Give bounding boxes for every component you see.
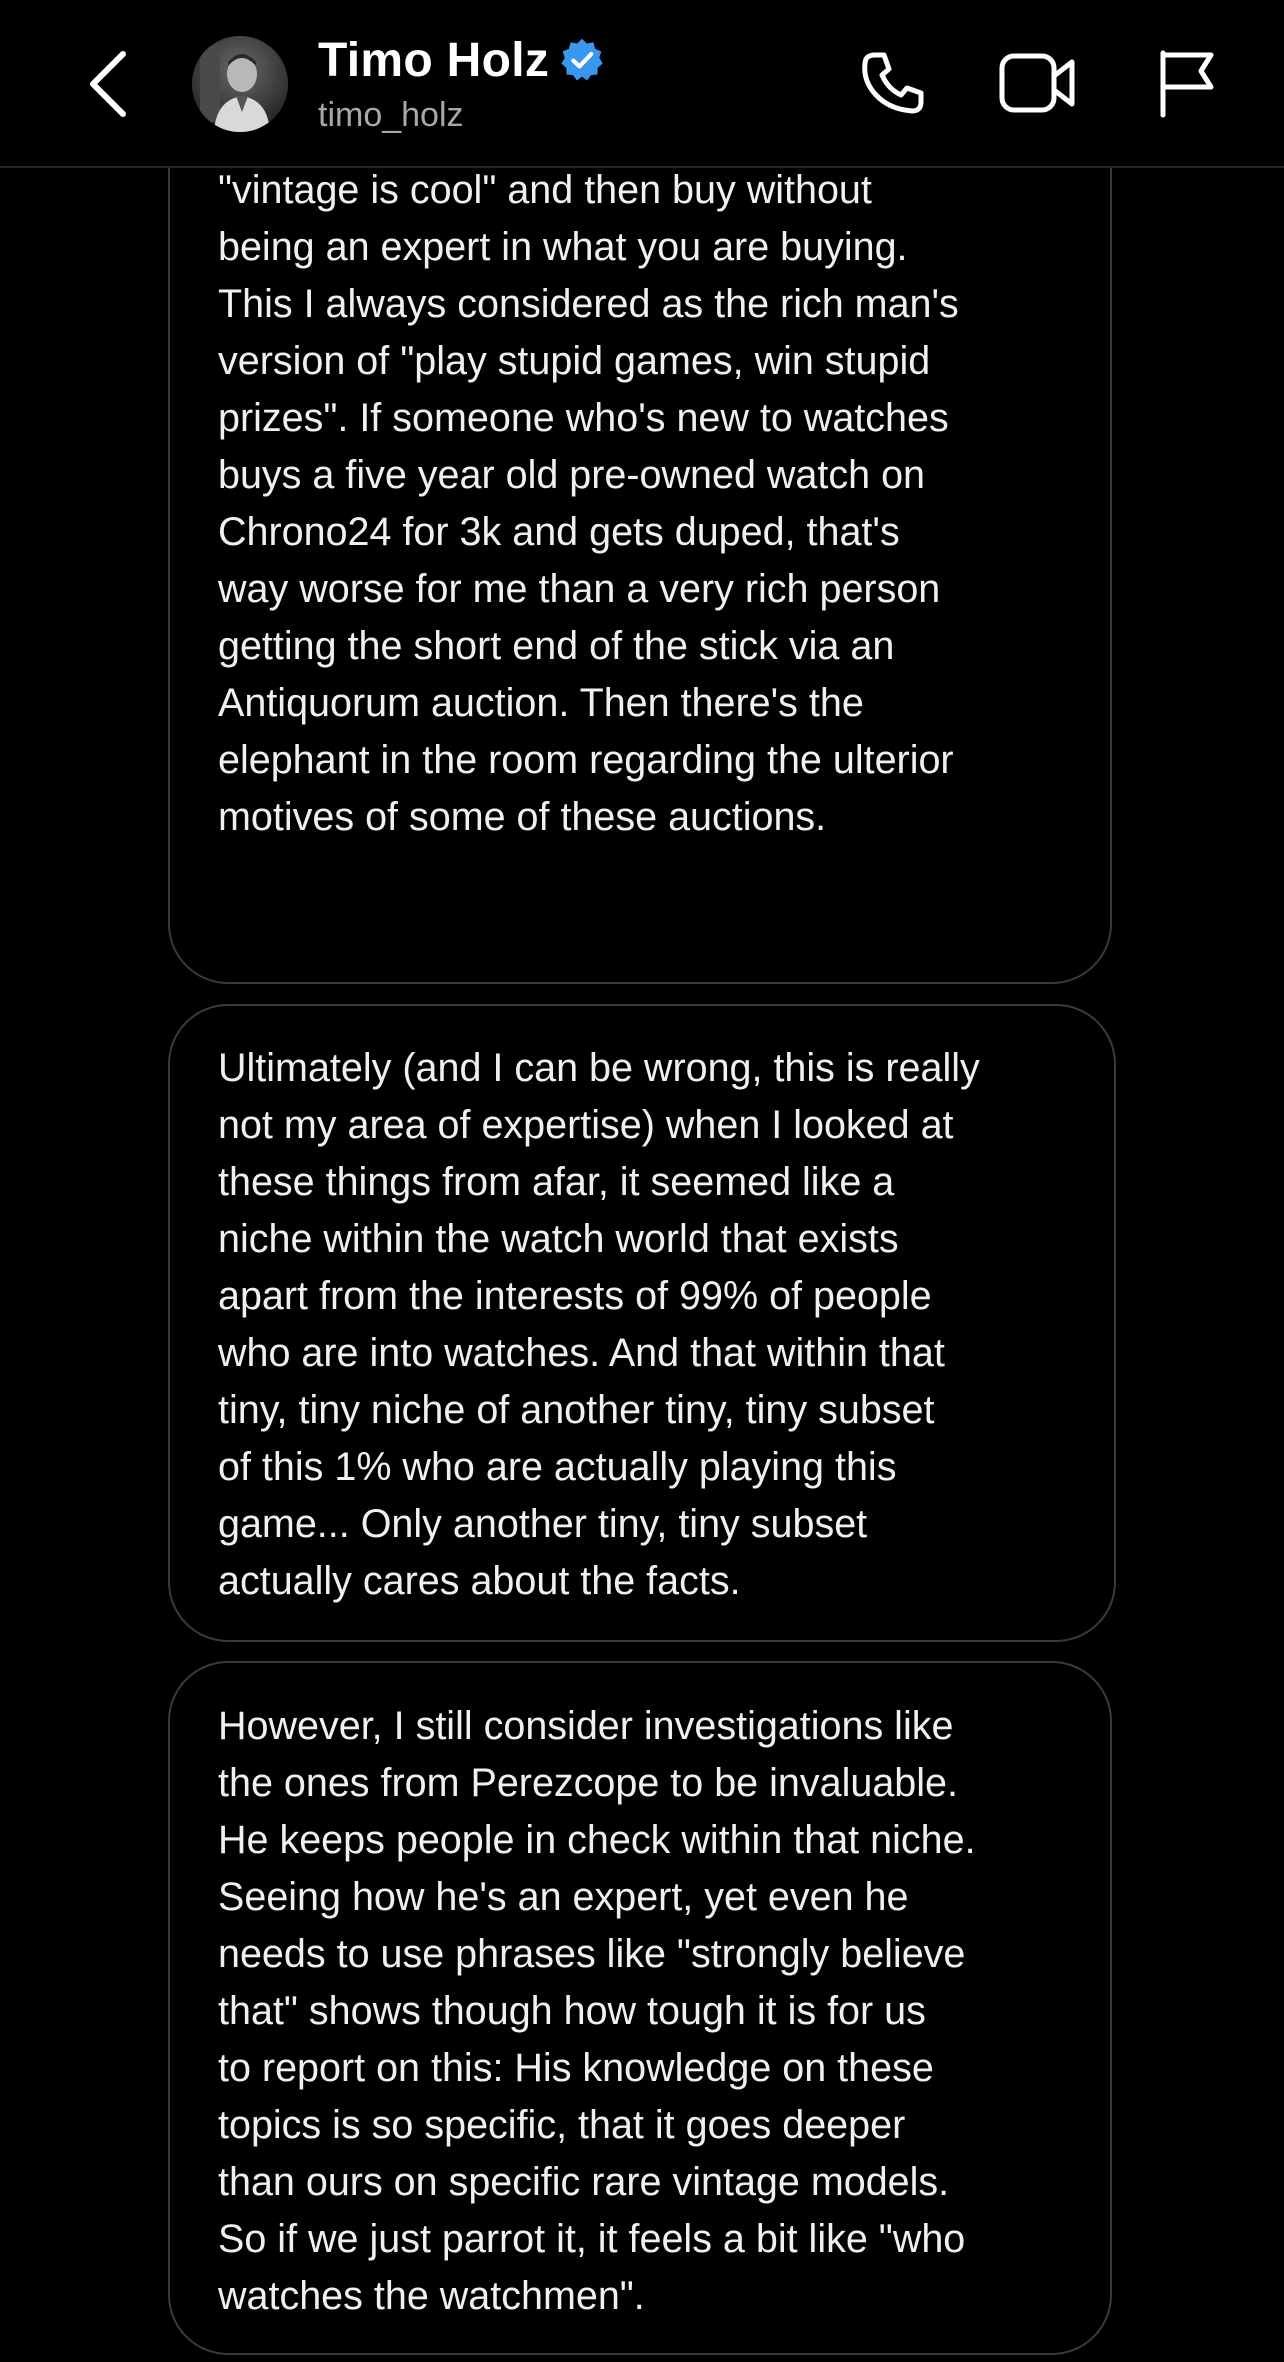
video-call-button[interactable] (995, 40, 1081, 126)
verified-badge-icon (561, 38, 603, 81)
report-button[interactable] (1143, 40, 1229, 126)
phone-icon (862, 52, 924, 114)
contact-username[interactable]: timo_holz (318, 96, 464, 135)
message-bubble[interactable]: However, I still consider investigations… (168, 1661, 1112, 2355)
chevron-left-icon (90, 51, 126, 117)
avatar[interactable] (192, 36, 288, 132)
contact-name-row[interactable]: Timo Holz (318, 30, 605, 90)
back-button[interactable] (72, 44, 142, 124)
message-bubble[interactable]: Ultimately (and I can be wrong, this is … (168, 1004, 1116, 1642)
flag-icon (1160, 50, 1214, 118)
video-camera-icon (999, 53, 1075, 113)
contact-name[interactable]: Timo Holz (318, 33, 549, 88)
call-button[interactable] (850, 40, 936, 126)
message-text: Ultimately (and I can be wrong, this is … (218, 1046, 980, 1603)
message-text: However, I still consider investigations… (218, 1704, 976, 2318)
profile-photo (192, 36, 288, 132)
chat-header: Timo Holz timo_holz (0, 0, 1284, 168)
